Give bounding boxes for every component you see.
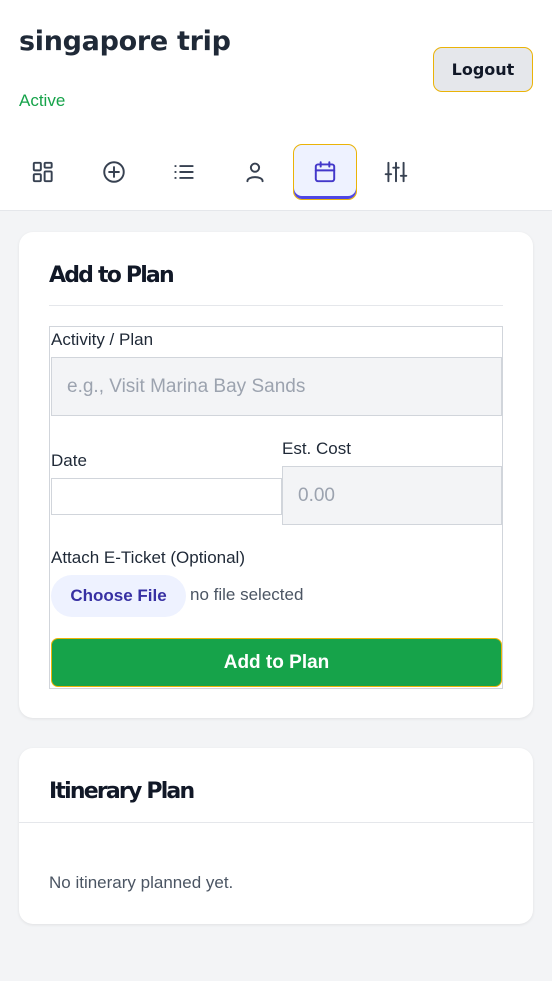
tab-itinerary[interactable]: [293, 144, 357, 200]
activity-label: Activity / Plan: [51, 330, 154, 349]
tab-profile[interactable]: [223, 144, 287, 200]
activity-input[interactable]: e.g., Visit Marina Bay Sands: [51, 357, 502, 416]
add-plan-form: Activity / Plan e.g., Visit Marina Bay S…: [49, 326, 503, 689]
app-header: singapore trip Active Logout: [0, 0, 552, 211]
itinerary-card: Itinerary Plan No itinerary planned yet.: [19, 748, 533, 924]
file-status-text: no file selected: [190, 585, 304, 604]
tab-dashboard[interactable]: [11, 144, 75, 200]
user-icon: [246, 162, 264, 183]
choose-file-button[interactable]: Choose File: [51, 575, 186, 617]
itinerary-title: Itinerary Plan: [49, 779, 195, 804]
tab-settings[interactable]: [364, 144, 428, 200]
tab-list[interactable]: [152, 144, 216, 200]
attach-label: Attach E-Ticket (Optional): [51, 548, 245, 567]
dashboard-grid-icon: [32, 161, 53, 183]
date-label: Date: [51, 451, 87, 470]
add-circle-icon: [103, 161, 125, 183]
add-plan-card: Add to Plan Activity / Plan e.g., Visit …: [19, 232, 533, 718]
empty-state-text: No itinerary planned yet.: [49, 873, 234, 892]
cost-label: Est. Cost: [282, 439, 351, 458]
date-input[interactable]: [51, 478, 282, 515]
status-badge: Active: [19, 91, 66, 110]
add-to-plan-button[interactable]: Add to Plan: [51, 638, 502, 687]
logout-button[interactable]: Logout: [433, 47, 533, 92]
tab-add[interactable]: [82, 144, 146, 200]
list-icon: [174, 165, 194, 179]
calendar-icon: [314, 161, 336, 183]
divider: [19, 822, 533, 823]
add-plan-title: Add to Plan: [49, 263, 175, 288]
cost-input[interactable]: 0.00: [282, 466, 502, 525]
page-title: singapore trip: [19, 26, 231, 57]
divider: [49, 305, 503, 306]
sliders-icon: [384, 161, 408, 183]
